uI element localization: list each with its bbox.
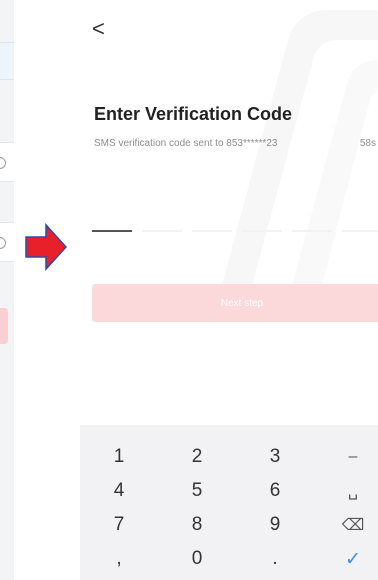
key-8[interactable]: 8 xyxy=(160,507,234,543)
backspace-icon[interactable]: ⌫ xyxy=(316,507,378,543)
background-watermark xyxy=(218,10,378,300)
key-period[interactable]: . xyxy=(238,541,312,577)
back-button[interactable]: < xyxy=(92,18,114,42)
key-comma[interactable]: , xyxy=(82,541,156,577)
numeric-keyboard: 1 2 3 – 4 5 6 ␣ 7 8 9 ⌫ , 0 . ✓ xyxy=(80,425,378,580)
code-slot-4[interactable] xyxy=(242,230,282,232)
checkmark-icon[interactable]: ✓ xyxy=(316,541,378,577)
key-9[interactable]: 9 xyxy=(238,507,312,543)
page-title: Enter Verification Code xyxy=(94,104,293,124)
key-minus[interactable]: – xyxy=(316,439,378,475)
code-slot-1[interactable] xyxy=(92,230,132,232)
composite-screenshot: < Enter Verification Code SMS verificati… xyxy=(0,0,378,580)
key-7[interactable]: 7 xyxy=(82,507,156,543)
key-4[interactable]: 4 xyxy=(82,473,156,509)
chevron-left-icon: < xyxy=(92,16,105,41)
previous-screen-fragment xyxy=(0,0,14,580)
key-2[interactable]: 2 xyxy=(160,439,234,475)
key-1[interactable]: 1 xyxy=(82,439,156,475)
key-6[interactable]: 6 xyxy=(238,473,312,509)
space-bar-icon[interactable]: ␣ xyxy=(316,473,378,509)
key-0[interactable]: 0 xyxy=(160,541,234,577)
code-slot-5[interactable] xyxy=(292,230,332,232)
red-arrow-right-icon xyxy=(25,223,68,271)
previous-button-fragment xyxy=(0,308,8,344)
key-3[interactable]: 3 xyxy=(238,439,312,475)
code-slot-3[interactable] xyxy=(192,230,232,232)
code-slot-6[interactable] xyxy=(342,230,378,232)
verification-code-input[interactable] xyxy=(92,230,378,236)
next-step-button[interactable]: Next step xyxy=(92,284,378,322)
sms-sent-message: SMS verification code sent to 853******2… xyxy=(94,138,278,149)
key-5[interactable]: 5 xyxy=(160,473,234,509)
previous-input-highlighted xyxy=(0,42,14,80)
resend-countdown[interactable]: 58s xyxy=(360,138,376,149)
code-slot-2[interactable] xyxy=(142,230,182,232)
